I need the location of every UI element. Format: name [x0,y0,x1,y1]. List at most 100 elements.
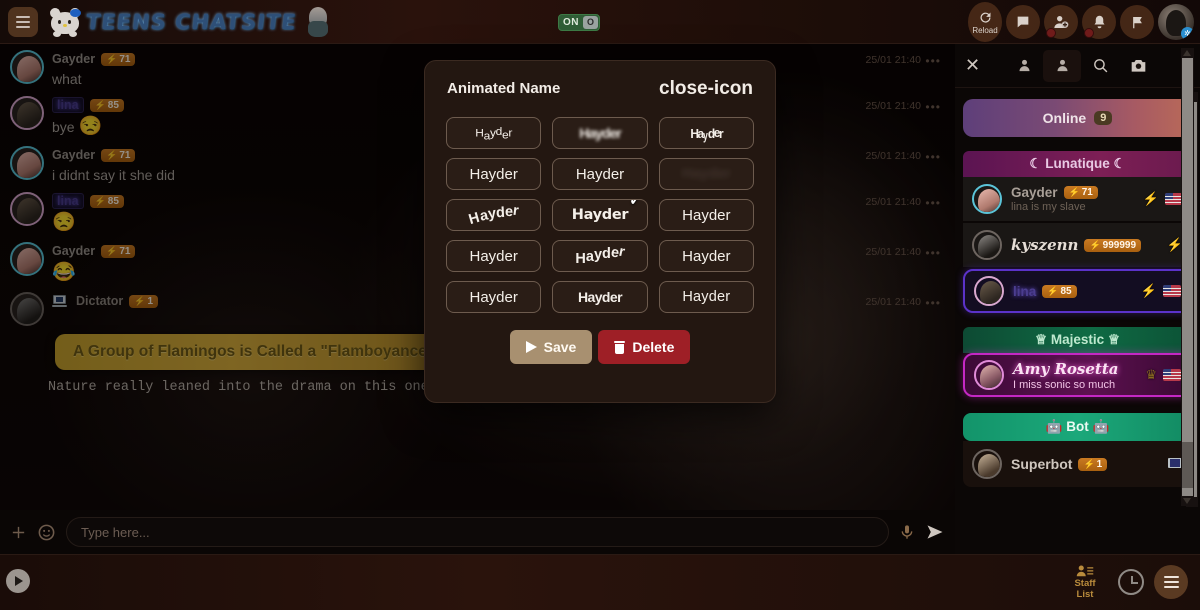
style-option-11[interactable]: Hayder [658,240,754,272]
scrollbar-thumb[interactable] [1182,442,1193,488]
scroll-down-arrow-icon[interactable] [1183,498,1191,504]
user-list-item-amy-rosetta[interactable]: Amy Rosetta I miss sonic so much ♛ [963,353,1192,397]
group-header-bot[interactable]: 🤖 Bot 🤖 [963,413,1192,441]
notifications-button[interactable] [1082,5,1116,39]
group-header-majestic[interactable]: ♕ Majestic ♕ [963,327,1192,353]
camera-icon[interactable] [1119,50,1157,82]
group-header-lunatique[interactable]: ☾ Lunatique ☾ [963,151,1192,177]
country-flag-icon [1163,369,1181,381]
avatar[interactable] [972,184,1002,214]
user-icon-1[interactable] [1005,50,1043,82]
play-icon[interactable] [6,569,30,593]
bolt-icon: ⚡ [1068,187,1080,197]
animated-name-dialog: Animated Name close-icon Hayder Hayder H… [424,60,776,403]
toggle-label: ON [563,17,579,28]
dialog-actions: Save Delete [425,330,775,364]
dialog-header: Animated Name close-icon [425,61,775,98]
logo-text: TEENS CHATSITE [84,9,298,34]
sidebar-toolbar: ✕ [955,44,1200,88]
avatar[interactable] [972,449,1002,479]
status-toggle[interactable]: ON O [558,14,600,31]
reload-button[interactable]: Reload [968,2,1002,42]
style-preview-0: Hayder [475,124,513,142]
style-preview-13: Hayder [578,289,622,305]
user-icon-2[interactable] [1043,49,1081,82]
attach-plus-icon[interactable] [10,524,27,541]
online-count: 9 [1094,111,1113,125]
style-option-5[interactable]: Hayder [658,158,754,190]
send-icon[interactable] [925,522,945,542]
style-preview-14: Hayder [682,289,731,305]
style-option-1[interactable]: Hayder [552,117,648,149]
flag-icon [1132,15,1142,29]
message-input[interactable]: Type here... [66,517,889,547]
avatar[interactable] [972,230,1002,260]
message-icon [1017,16,1029,28]
search-icon[interactable] [1081,50,1119,82]
message-input-placeholder: Type here... [81,524,150,540]
toggle-knob: O [583,16,598,29]
hamburger-icon[interactable] [8,6,38,37]
style-preview-5: Hayder [681,166,731,182]
reports-button[interactable] [1120,5,1154,39]
style-option-9[interactable]: Hayder [446,240,542,272]
style-preview-12: Hayder [469,288,518,306]
style-preview-2: Hayder [690,124,723,143]
user-name: lina [1013,283,1037,299]
bolt-icon: ⚡ [1083,458,1095,469]
microphone-icon[interactable] [899,523,915,541]
animated-name-style-grid: Hayder Hayder Hayder Hayder Hayder Hayde… [425,98,775,313]
staff-list-button[interactable]: Staff List [1062,564,1108,600]
style-preview-6: Hayder [467,202,520,229]
style-preview-7: Hayder [571,207,629,223]
hamburger-icon[interactable] [1154,565,1188,599]
scroll-up-arrow-icon[interactable] [1183,50,1191,56]
add-friend-button[interactable] [1044,5,1078,39]
dialog-title: Animated Name [447,80,561,97]
close-icon[interactable]: ✕ [965,55,1005,76]
messages-button[interactable] [1006,5,1040,39]
delete-button[interactable]: Delete [598,330,691,364]
avatar[interactable] [974,360,1004,390]
bolt-icon: ⚡ [1142,191,1159,206]
avatar[interactable] [974,276,1004,306]
user-list-item-gayder[interactable]: Gayder ⚡ 71 lina is my slave ⚡ [963,177,1192,221]
style-option-3[interactable]: Hayder [446,158,542,190]
clock-icon[interactable] [1118,569,1144,595]
site-logo[interactable]: TEENS CHATSITE [48,5,331,39]
crown-icon: ♛ [1145,367,1157,382]
close-icon[interactable]: close-icon [659,79,753,98]
delete-label: Delete [632,339,675,355]
bell-icon [1094,15,1104,29]
avatar-badge: ✲ [1181,27,1194,40]
style-option-6[interactable]: Hayder [446,199,542,231]
online-filter-button[interactable]: Online 9 [963,99,1192,137]
add-friend-badge [1046,28,1056,38]
style-option-13[interactable]: Hayder [552,281,648,313]
style-option-7[interactable]: Hayder [552,199,648,231]
user-name: Gayder [1011,185,1058,200]
notifications-badge [1084,28,1094,38]
user-avatar[interactable]: ✲ [1158,4,1194,40]
chat-scrollbar[interactable] [1181,48,1194,506]
user-list-item-superbot[interactable]: Superbot ⚡ 1 [963,441,1192,487]
emoji-icon[interactable] [37,523,56,542]
user-list-item-kyszenn[interactable]: kyszenn ⚡ 999999 ⚡ [963,223,1192,267]
style-option-8[interactable]: Hayder [658,199,754,231]
online-label: Online [1042,110,1087,126]
style-option-0[interactable]: Hayder [446,117,542,149]
style-option-12[interactable]: Hayder [446,281,542,313]
scrollbar-track[interactable] [1182,58,1193,496]
country-flag-icon [1163,285,1181,297]
style-option-10[interactable]: Hayder [552,240,648,272]
style-option-4[interactable]: Hayder [552,158,648,190]
staff-list-label-2: List [1076,589,1094,600]
send-arrow-icon [525,341,537,353]
style-preview-4: Hayder [575,165,625,183]
user-list-item-lina[interactable]: lina ⚡ 85 ⚡ [963,269,1192,313]
save-button[interactable]: Save [509,330,593,364]
user-list[interactable]: Online 9 ☾ Lunatique ☾ Gayder ⚡ 71 lina i… [955,89,1200,509]
style-preview-10: Hayder [575,243,627,267]
style-option-14[interactable]: Hayder [658,281,754,313]
style-option-2[interactable]: Hayder [658,117,754,149]
